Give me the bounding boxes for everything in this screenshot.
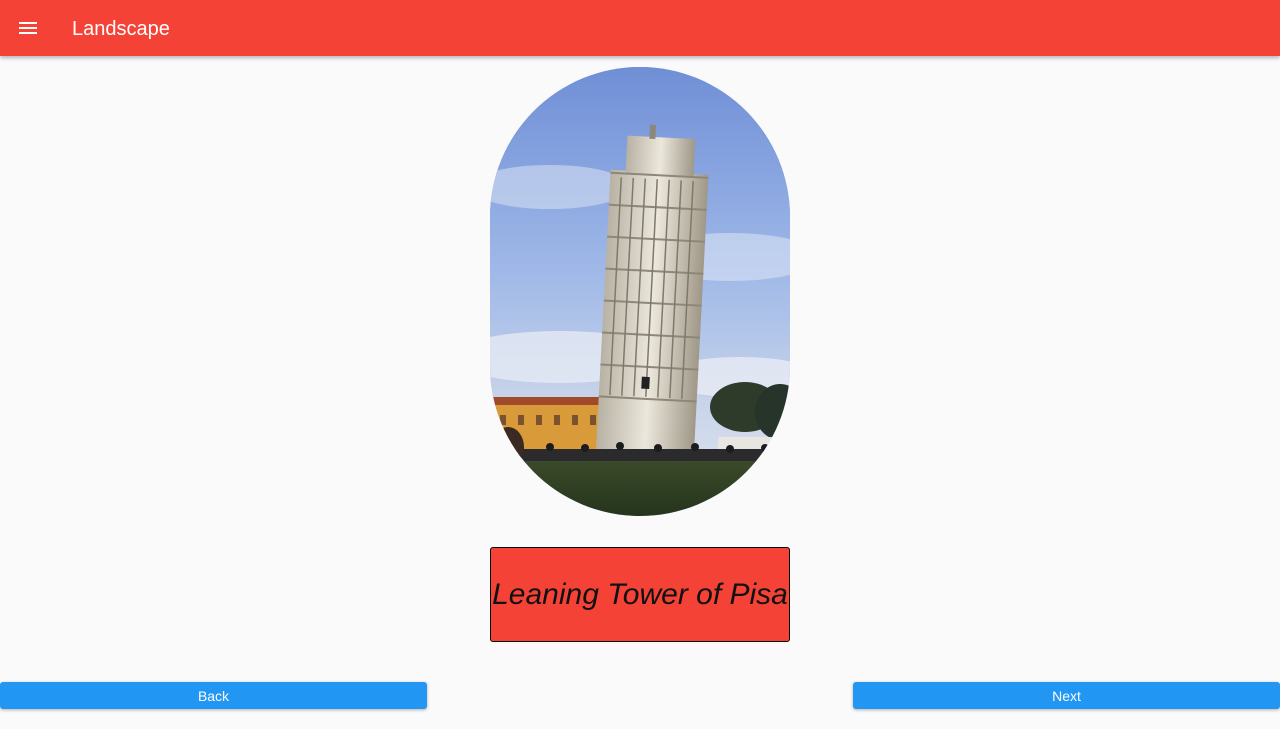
back-button[interactable]: Back	[0, 682, 427, 709]
menu-button[interactable]	[4, 4, 52, 52]
landmark-photo	[490, 67, 790, 516]
page-title: Landscape	[72, 18, 170, 40]
landmark-caption: Leaning Tower of Pisa	[492, 577, 788, 611]
menu-icon	[16, 16, 40, 40]
caption-box: Leaning Tower of Pisa	[490, 547, 790, 642]
next-button[interactable]: Next	[853, 682, 1280, 709]
app-bar: Landscape	[0, 0, 1280, 56]
